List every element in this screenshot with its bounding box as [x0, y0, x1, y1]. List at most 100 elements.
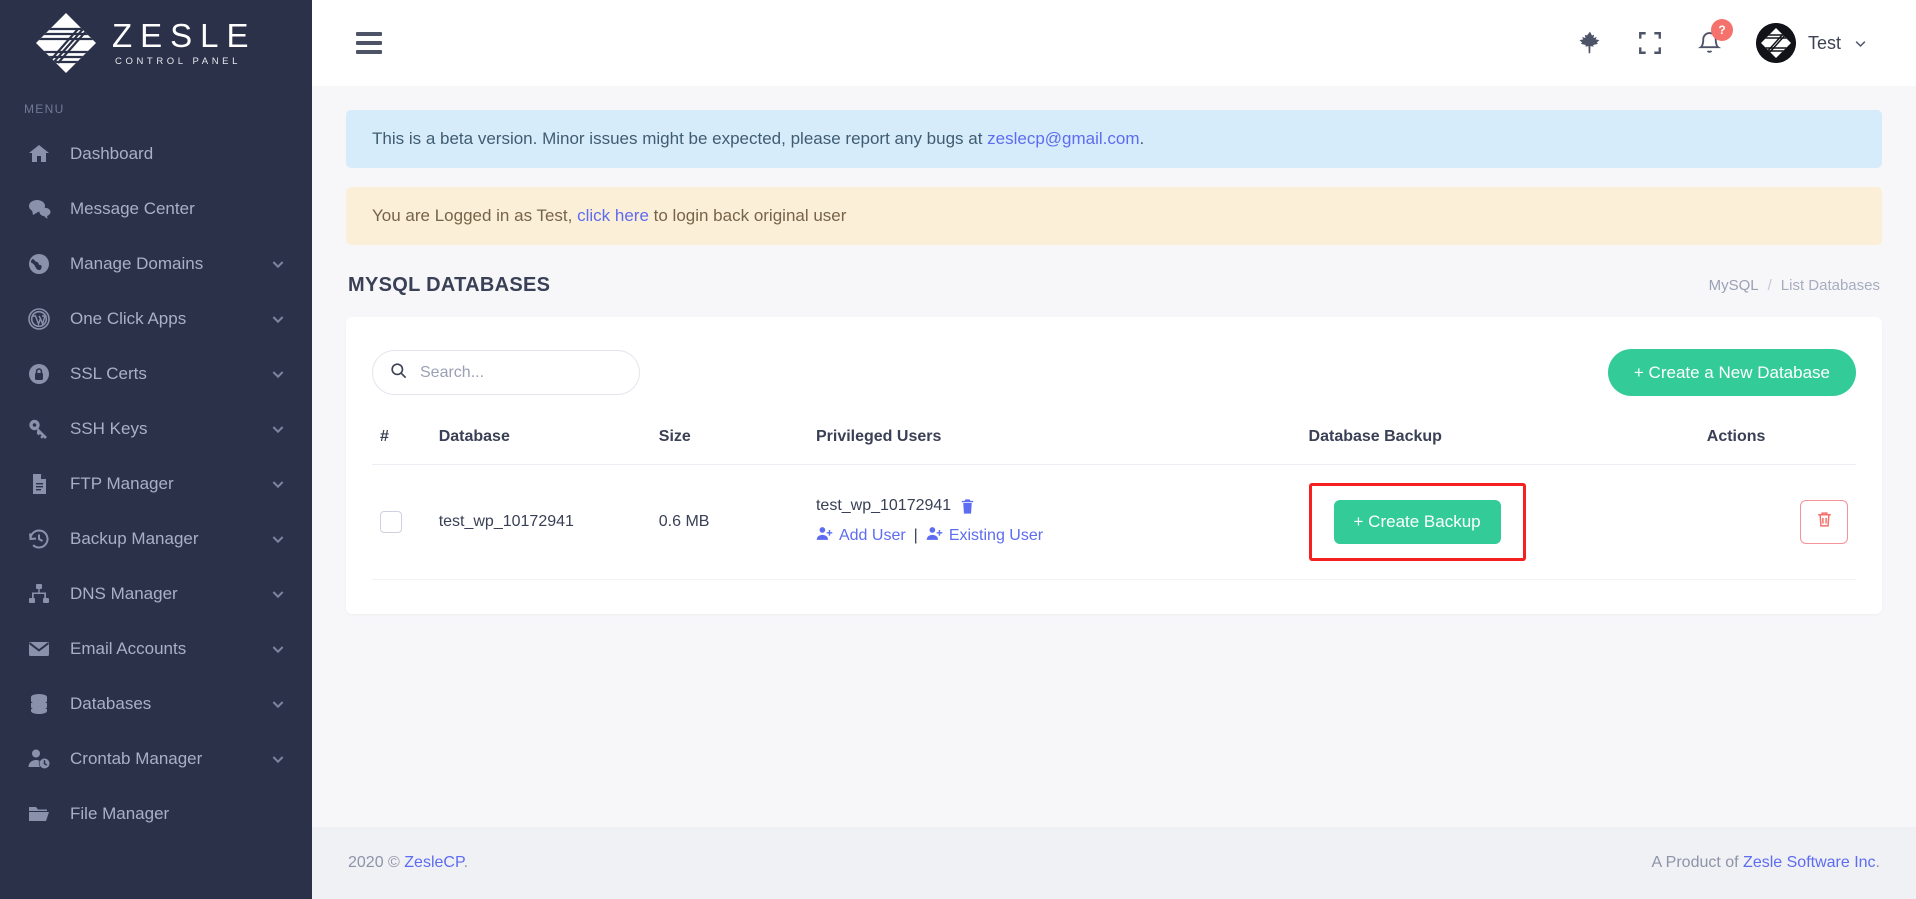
user-clock-icon	[26, 746, 52, 772]
existing-user-link[interactable]: Existing User	[926, 525, 1043, 547]
sidebar-item-label: Email Accounts	[70, 638, 187, 658]
footer-left: 2020 © ZesleCP.	[348, 854, 468, 872]
chevron-down-icon	[270, 476, 286, 492]
sidebar-item-databases[interactable]: Databases	[0, 676, 312, 731]
chevron-down-icon	[270, 311, 286, 327]
breadcrumb-current: List Databases	[1780, 277, 1880, 294]
zeslecp-link[interactable]: ZesleCP	[404, 854, 463, 871]
delete-database-button[interactable]	[1800, 500, 1848, 544]
footer-copyright-prefix: 2020 ©	[348, 854, 405, 871]
sidebar-item-one-click-apps[interactable]: One Click Apps	[0, 291, 312, 346]
add-user-link[interactable]: Add User	[816, 525, 906, 547]
user-plus-icon	[926, 525, 943, 547]
sidebar-item-ssl-certs[interactable]: SSL Certs	[0, 346, 312, 401]
history-clock-icon	[26, 526, 52, 552]
zesle-diamond-logo	[34, 11, 98, 75]
zesle-software-link[interactable]: Zesle Software Inc	[1743, 854, 1876, 871]
row-checkbox[interactable]	[380, 511, 402, 533]
sidebar-item-ssh-keys[interactable]: SSH Keys	[0, 401, 312, 456]
click-here-link[interactable]: click here	[577, 206, 649, 225]
sidebar-item-label: DNS Manager	[70, 583, 178, 603]
search-input[interactable]	[420, 363, 623, 382]
create-backup-highlight: + Create Backup	[1308, 483, 1526, 561]
user-plus-icon	[816, 525, 833, 547]
sidebar-item-dashboard[interactable]: Dashboard	[0, 126, 312, 181]
breadcrumb-root[interactable]: MySQL	[1709, 277, 1759, 294]
sitemap-icon	[26, 581, 52, 607]
add-user-label: Add User	[838, 527, 906, 544]
sidebar-item-ftp-manager[interactable]: FTP Manager	[0, 456, 312, 511]
privileged-users-cell: test_wp_10172941 Add User | Existing Use…	[807, 464, 1301, 580]
fullscreen-expand-icon[interactable]	[1637, 30, 1663, 56]
user-action-links: Add User | Existing User	[816, 525, 1293, 547]
table-body: test_wp_10172941 0.6 MB test_wp_10172941	[372, 464, 1856, 580]
sidebar: ZESLE CONTROL PANEL MENU Dashboard Messa…	[0, 0, 312, 899]
create-backup-button[interactable]: + Create Backup	[1333, 500, 1501, 544]
database-name-cell: test_wp_10172941	[430, 464, 651, 580]
breadcrumb-separator: /	[1767, 277, 1772, 294]
trash-icon[interactable]	[959, 498, 976, 515]
col-header-actions: Actions	[1698, 418, 1856, 465]
chat-bubbles-icon	[26, 196, 52, 222]
sidebar-item-backup-manager[interactable]: Backup Manager	[0, 511, 312, 566]
impersonation-alert: You are Logged in as Test, click here to…	[346, 187, 1882, 245]
envelope-icon	[26, 636, 52, 662]
brand-header[interactable]: ZESLE CONTROL PANEL	[0, 0, 312, 86]
sidebar-item-label: Manage Domains	[70, 253, 204, 273]
user-menu[interactable]: Test	[1755, 23, 1868, 63]
user-name: Test	[1807, 32, 1841, 53]
brand-name: ZESLE	[112, 17, 257, 55]
privileged-user-row: test_wp_10172941	[816, 497, 1293, 515]
row-actions-cell	[1698, 464, 1856, 580]
databases-card: + Create a New Database # Database Size …	[346, 317, 1882, 614]
maple-leaf-icon[interactable]	[1577, 29, 1603, 57]
sidebar-item-crontab-manager[interactable]: Crontab Manager	[0, 731, 312, 786]
col-header-hash: #	[372, 418, 431, 465]
sidebar-item-label: Message Center	[70, 198, 195, 218]
wordpress-icon	[26, 306, 52, 332]
hamburger-menu-icon[interactable]	[356, 32, 382, 54]
table-header-row: # Database Size Privileged Users Databas…	[372, 418, 1856, 465]
footer-right: A Product of Zesle Software Inc.	[1651, 854, 1880, 872]
page-footer: 2020 © ZesleCP. A Product of Zesle Softw…	[312, 827, 1916, 899]
chevron-down-icon	[270, 256, 286, 272]
sidebar-item-dns-manager[interactable]: DNS Manager	[0, 566, 312, 621]
privileged-user-name: test_wp_10172941	[815, 497, 952, 514]
chevron-down-icon	[270, 751, 286, 767]
home-icon	[26, 141, 52, 167]
sidebar-item-manage-domains[interactable]: Manage Domains	[0, 236, 312, 291]
card-toolbar: + Create a New Database	[372, 343, 1856, 418]
main-area: ? Test This is a beta version. Minor iss…	[312, 0, 1916, 899]
notification-badge: ?	[1710, 19, 1733, 41]
page-title: MYSQL DATABASES	[348, 274, 551, 296]
search-box[interactable]	[372, 350, 640, 395]
link-separator: |	[913, 527, 918, 544]
footer-product-suffix: .	[1875, 854, 1880, 871]
user-avatar-logo	[1755, 23, 1796, 63]
sidebar-item-label: SSL Certs	[70, 363, 147, 383]
table-row: test_wp_10172941 0.6 MB test_wp_10172941	[372, 464, 1856, 580]
chevron-down-icon	[270, 421, 286, 437]
app-root: ZESLE CONTROL PANEL MENU Dashboard Messa…	[0, 0, 1916, 899]
key-icon	[26, 416, 52, 442]
create-database-button[interactable]: + Create a New Database	[1607, 349, 1856, 396]
sidebar-item-email-accounts[interactable]: Email Accounts	[0, 621, 312, 676]
beta-alert-text-after: .	[1139, 129, 1145, 148]
document-icon	[26, 471, 52, 497]
databases-table: # Database Size Privileged Users Databas…	[372, 418, 1856, 580]
database-icon	[26, 691, 52, 717]
folder-open-icon	[26, 801, 52, 827]
chevron-down-icon	[270, 696, 286, 712]
brand-text: ZESLE CONTROL PANEL	[112, 19, 257, 67]
sidebar-item-file-manager[interactable]: File Manager	[0, 786, 312, 841]
chevron-down-icon	[270, 531, 286, 547]
beta-alert-email-link[interactable]: zeslecp@gmail.com	[987, 129, 1139, 148]
sidebar-item-label: File Manager	[70, 803, 170, 823]
col-header-size: Size	[650, 418, 808, 465]
sidebar-item-message-center[interactable]: Message Center	[0, 181, 312, 236]
col-header-backup: Database Backup	[1300, 418, 1699, 465]
trash-icon	[1815, 510, 1834, 534]
content-area: This is a beta version. Minor issues mig…	[312, 86, 1916, 827]
bell-notification-icon[interactable]: ?	[1697, 19, 1733, 56]
existing-user-label: Existing User	[948, 527, 1044, 544]
